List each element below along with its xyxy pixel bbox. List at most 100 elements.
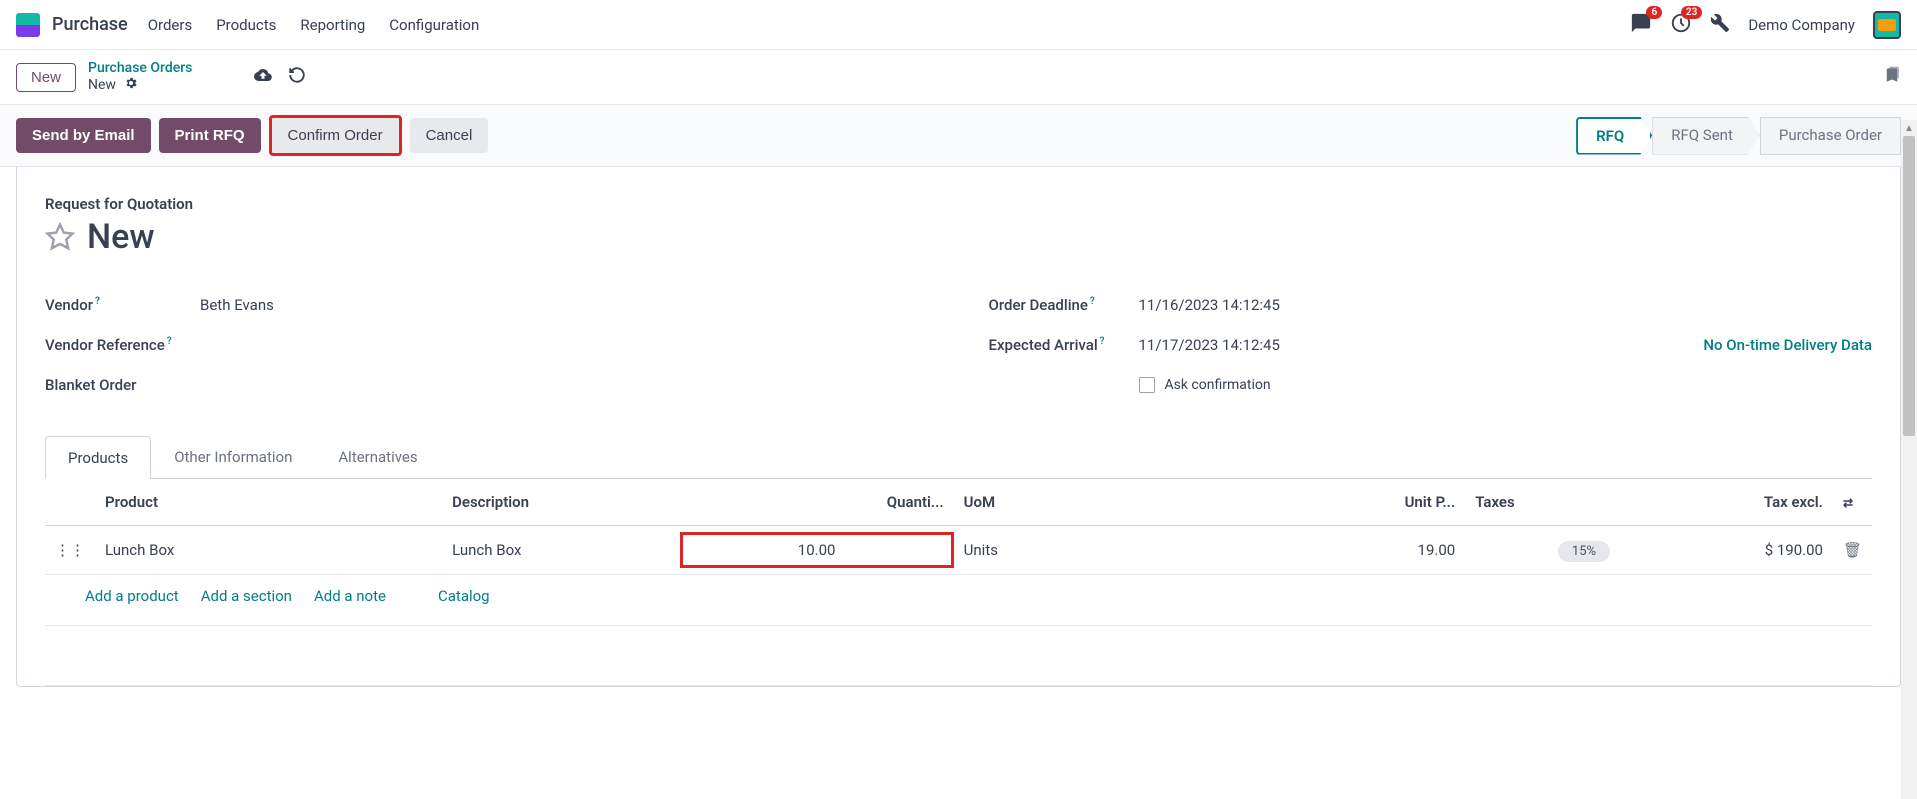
th-taxes[interactable]: Taxes	[1465, 479, 1703, 526]
delivery-data-link[interactable]: No On-time Delivery Data	[1703, 336, 1872, 354]
cell-taxes[interactable]: 15%	[1465, 526, 1703, 575]
breadcrumb-link[interactable]: Purchase Orders	[88, 60, 192, 76]
tax-badge[interactable]: 15%	[1558, 541, 1610, 562]
messages-icon[interactable]: 6	[1630, 12, 1652, 38]
action-bar: Send by Email Print RFQ Confirm Order Ca…	[0, 104, 1917, 167]
app-title[interactable]: Purchase	[52, 14, 128, 35]
expected-arrival-label-text: Expected Arrival	[989, 336, 1098, 354]
nav-item-products[interactable]: Products	[216, 16, 276, 34]
confirm-order-button[interactable]: Confirm Order	[269, 115, 402, 156]
user-avatar[interactable]	[1873, 11, 1901, 39]
print-rfq-button[interactable]: Print RFQ	[159, 118, 261, 153]
vendor-label: Vendor?	[45, 296, 200, 314]
order-deadline-label-text: Order Deadline	[989, 296, 1088, 314]
tabs: Products Other Information Alternatives	[45, 435, 1872, 479]
breadcrumb-current: New	[88, 77, 116, 93]
help-icon[interactable]: ?	[95, 296, 100, 307]
order-deadline-field[interactable]: 11/16/2023 14:12:45	[1139, 296, 1280, 314]
form-left: Vendor? Beth Evans Vendor Reference? Bla…	[45, 285, 929, 405]
company-selector[interactable]: Demo Company	[1748, 16, 1855, 34]
status-rfq[interactable]: RFQ	[1576, 117, 1652, 155]
tab-products[interactable]: Products	[45, 436, 151, 479]
status-purchase-order[interactable]: Purchase Order	[1760, 117, 1901, 155]
help-icon[interactable]: ?	[167, 336, 172, 347]
vendor-field[interactable]: Beth Evans	[200, 296, 274, 314]
ask-confirmation-label: Ask confirmation	[1165, 377, 1271, 393]
cell-delete[interactable]: 🗑	[1833, 526, 1872, 575]
vendor-row: Vendor? Beth Evans	[45, 285, 929, 325]
vendor-ref-row: Vendor Reference?	[45, 325, 929, 365]
th-uom[interactable]: UoM	[954, 479, 1228, 526]
form-grid: Vendor? Beth Evans Vendor Reference? Bla…	[45, 285, 1872, 405]
status-bar: RFQ RFQ Sent Purchase Order	[1576, 117, 1901, 155]
nav-right: 6 23 Demo Company	[1630, 11, 1901, 39]
cell-unit-price[interactable]: 19.00	[1228, 526, 1466, 575]
tab-alternatives[interactable]: Alternatives	[315, 435, 440, 478]
scroll-up-icon[interactable]: ▲	[1901, 120, 1917, 136]
table-row[interactable]: ⋮⋮ Lunch Box Lunch Box 10.00 Units 19.00…	[45, 526, 1872, 575]
ask-confirmation-checkbox[interactable]	[1139, 377, 1155, 393]
scrollbar[interactable]: ▲	[1901, 120, 1917, 799]
activities-icon[interactable]: 23	[1670, 12, 1692, 38]
cell-description[interactable]: Lunch Box	[442, 526, 680, 575]
cloud-save-icon[interactable]	[254, 66, 272, 88]
quantity-input[interactable]: 10.00	[680, 532, 954, 568]
page-title: New	[87, 217, 155, 257]
sheet-subtitle: Request for Quotation	[45, 195, 1872, 213]
help-icon[interactable]: ?	[1100, 336, 1105, 347]
drag-handle-icon[interactable]: ⋮⋮	[45, 526, 95, 575]
star-icon[interactable]	[45, 222, 75, 252]
tools-icon[interactable]	[1710, 13, 1730, 37]
th-product[interactable]: Product	[95, 479, 442, 526]
order-lines-table: Product Description Quanti... UoM Unit P…	[45, 479, 1872, 575]
cell-uom[interactable]: Units	[954, 526, 1228, 575]
nav-item-reporting[interactable]: Reporting	[300, 16, 365, 34]
scroll-thumb[interactable]	[1903, 136, 1915, 436]
add-section-link[interactable]: Add a section	[201, 587, 292, 605]
empty-footer-row	[45, 626, 1872, 686]
th-quantity[interactable]: Quanti...	[680, 479, 954, 526]
th-unit-price[interactable]: Unit P...	[1228, 479, 1466, 526]
app-logo[interactable]	[16, 13, 40, 37]
cell-quantity[interactable]: 10.00	[680, 526, 954, 575]
send-email-button[interactable]: Send by Email	[16, 118, 151, 153]
order-deadline-label: Order Deadline?	[989, 296, 1139, 314]
add-product-link[interactable]: Add a product	[85, 587, 179, 605]
breadcrumb: Purchase Orders New	[88, 60, 192, 94]
th-tax-excl[interactable]: Tax excl.	[1703, 479, 1833, 526]
breadcrumb-bar: New Purchase Orders New	[0, 50, 1917, 104]
table-header-row: Product Description Quanti... UoM Unit P…	[45, 479, 1872, 526]
form-right: Order Deadline? 11/16/2023 14:12:45 Expe…	[989, 285, 1873, 405]
tab-other-info[interactable]: Other Information	[151, 435, 315, 478]
expand-columns-icon[interactable]: ⇄	[1843, 496, 1853, 510]
blanket-order-label: Blanket Order	[45, 376, 200, 394]
status-rfq-sent[interactable]: RFQ Sent	[1652, 117, 1760, 155]
order-deadline-row: Order Deadline? 11/16/2023 14:12:45	[989, 285, 1873, 325]
breadcrumb-actions	[254, 66, 306, 88]
add-note-link[interactable]: Add a note	[314, 587, 386, 605]
nav-item-configuration[interactable]: Configuration	[389, 16, 479, 34]
th-drag	[45, 479, 95, 526]
expected-arrival-label: Expected Arrival?	[989, 336, 1139, 354]
expected-arrival-row: Expected Arrival? 11/17/2023 14:12:45 No…	[989, 325, 1873, 365]
nav-menu: Orders Products Reporting Configuration	[148, 16, 1631, 34]
navbar: Purchase Orders Products Reporting Confi…	[0, 0, 1917, 50]
catalog-link[interactable]: Catalog	[438, 587, 490, 605]
help-icon[interactable]: ?	[1090, 296, 1095, 307]
th-expand[interactable]: ⇄	[1833, 479, 1872, 526]
nav-item-orders[interactable]: Orders	[148, 16, 193, 34]
messages-badge: 6	[1646, 6, 1662, 19]
gear-icon[interactable]	[124, 76, 138, 94]
row-actions: Add a product Add a section Add a note C…	[45, 575, 1872, 626]
cancel-button[interactable]: Cancel	[410, 118, 489, 153]
cell-tax-excl: $ 190.00	[1703, 526, 1833, 575]
new-button[interactable]: New	[16, 63, 76, 92]
trash-icon[interactable]: 🗑	[1843, 541, 1862, 559]
vendor-ref-label-text: Vendor Reference	[45, 336, 165, 354]
th-description[interactable]: Description	[442, 479, 680, 526]
ask-confirmation-row: Ask confirmation	[989, 365, 1873, 405]
discard-icon[interactable]	[288, 66, 306, 88]
cell-product[interactable]: Lunch Box	[95, 526, 442, 575]
bookmark-icon[interactable]	[1883, 65, 1901, 89]
expected-arrival-field[interactable]: 11/17/2023 14:12:45	[1139, 336, 1280, 354]
